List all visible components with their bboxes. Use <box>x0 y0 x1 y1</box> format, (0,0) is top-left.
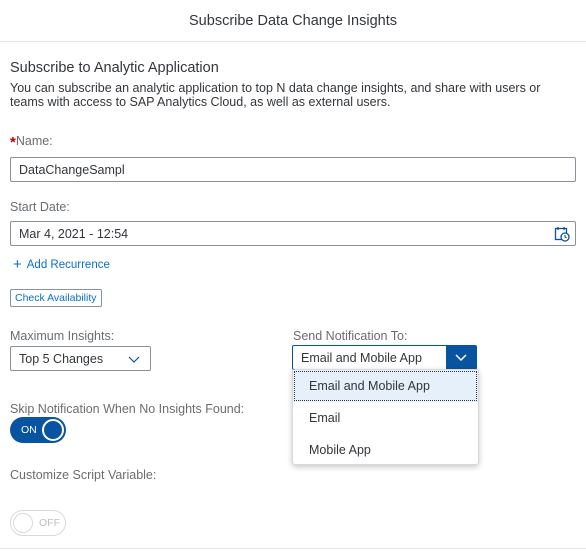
dropdown-option[interactable]: Mobile App <box>293 434 478 466</box>
dialog-header: Subscribe Data Change Insights <box>0 0 586 42</box>
start-date-label: Start Date: <box>10 200 70 214</box>
toggle-state-text: OFF <box>39 517 60 529</box>
chevron-down-icon <box>128 356 140 363</box>
send-notification-dropdown: Email and Mobile App Email Mobile App <box>292 369 479 465</box>
section-title: Subscribe to Analytic Application <box>10 60 219 76</box>
max-insights-label: Maximum Insights: <box>10 329 115 343</box>
dropdown-option[interactable]: Email and Mobile App <box>293 370 478 402</box>
send-notification-select[interactable]: Email and Mobile App <box>292 345 477 370</box>
send-notification-label: Send Notification To: <box>293 329 408 343</box>
name-label-text: Name: <box>15 134 53 148</box>
calendar-clock-icon[interactable] <box>554 226 570 242</box>
toggle-knob <box>42 419 64 441</box>
plus-icon: + <box>13 256 22 273</box>
toggle-knob <box>13 513 33 533</box>
start-date-value: Mar 4, 2021 - 12:54 <box>19 226 129 241</box>
skip-notification-toggle[interactable]: ON <box>10 417 66 443</box>
name-input[interactable]: DataChangeSampl <box>10 157 576 182</box>
check-availability-button[interactable]: Check Availability <box>10 289 102 307</box>
name-label: *Name: <box>10 132 53 151</box>
toggle-state-text: ON <box>21 424 37 436</box>
customize-script-label: Customize Script Variable: <box>10 468 157 482</box>
required-marker: * <box>10 134 16 151</box>
chevron-down-icon <box>455 353 467 361</box>
max-insights-select[interactable]: Top 5 Changes <box>10 346 151 371</box>
dropdown-option[interactable]: Email <box>293 402 478 434</box>
max-insights-value: Top 5 Changes <box>19 351 104 366</box>
add-recurrence-link[interactable]: + Add Recurrence <box>13 256 110 273</box>
dialog-title: Subscribe Data Change Insights <box>189 12 397 29</box>
send-notification-value: Email and Mobile App <box>301 350 422 365</box>
customize-script-toggle[interactable]: OFF <box>10 510 66 536</box>
name-input-value: DataChangeSampl <box>19 162 125 177</box>
section-description: You can subscribe an analytic applicatio… <box>10 81 541 109</box>
skip-notification-label: Skip Notification When No Insights Found… <box>10 402 245 416</box>
start-date-input[interactable]: Mar 4, 2021 - 12:54 <box>10 221 576 246</box>
dropdown-toggle-button[interactable] <box>446 346 476 369</box>
footer-divider <box>0 548 586 549</box>
add-recurrence-label: Add Recurrence <box>26 259 110 271</box>
